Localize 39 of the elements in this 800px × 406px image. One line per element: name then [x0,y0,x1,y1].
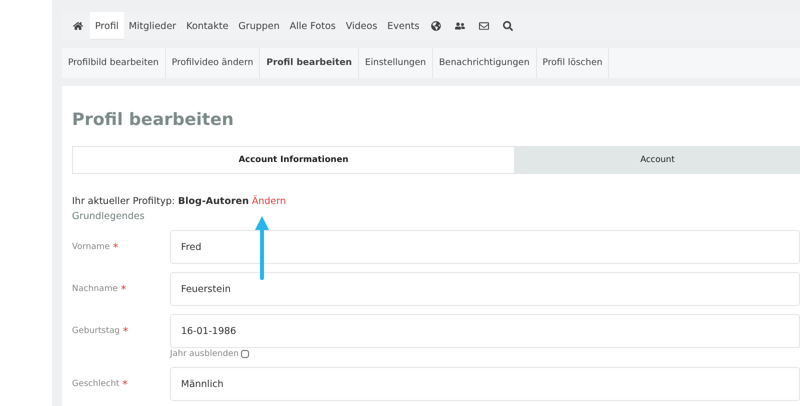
subnav-link[interactable]: Einstellungen [358,48,433,78]
nav-link[interactable]: Alle Fotos [284,12,341,40]
text-field[interactable]: 16-01-1986 [170,314,800,348]
nav-link[interactable]: Mitglieder [124,12,182,40]
text-field[interactable]: Fred [170,230,800,264]
globe-icon[interactable] [431,21,442,31]
text-field[interactable]: Feuerstein [170,272,800,306]
nav-link[interactable]: Events [382,12,424,40]
nav-link[interactable]: Kontakte [181,12,234,40]
section-heading: Grundlegendes [72,211,146,222]
field-label: Nachname [72,284,118,294]
checkbox[interactable] [240,350,249,358]
profile-type-text: Ihr aktueller Profiltyp: Blog-Autoren [72,196,249,207]
option-label: Jahr ausblenden [170,349,239,359]
tab[interactable]: Account [515,146,800,174]
nav-link[interactable]: Profil [90,12,124,40]
subnav-link[interactable]: Profilbild bearbeiten [62,48,166,78]
field-label: Vorname [72,242,110,252]
page-title: Profil bearbeiten [72,110,235,130]
people-icon[interactable] [455,21,466,31]
subnav-link[interactable]: Profilvideo ändern [166,48,260,78]
nav-link[interactable]: Gruppen [233,12,285,40]
required-mark: * [120,282,126,296]
required-mark: * [122,324,128,338]
subnav-link[interactable]: Benachrichtigungen [432,48,537,78]
home-icon[interactable] [73,21,83,31]
annotation-arrow-icon [255,216,269,280]
search-icon[interactable] [503,21,514,31]
required-mark: * [112,240,118,254]
mail-icon[interactable] [479,21,490,31]
text-field[interactable]: Männlich [170,367,800,401]
tab[interactable]: Account Informationen [72,146,515,174]
nav-link[interactable]: Videos [340,12,382,40]
field-label: Geschlecht [72,379,120,389]
change-link[interactable]: Ändern [252,196,286,207]
subnav-link[interactable]: Profil bearbeiten [260,48,359,78]
required-mark: * [122,378,128,390]
subnav-link[interactable]: Profil löschen [536,48,610,78]
field-label: Geburtstag [72,326,120,336]
